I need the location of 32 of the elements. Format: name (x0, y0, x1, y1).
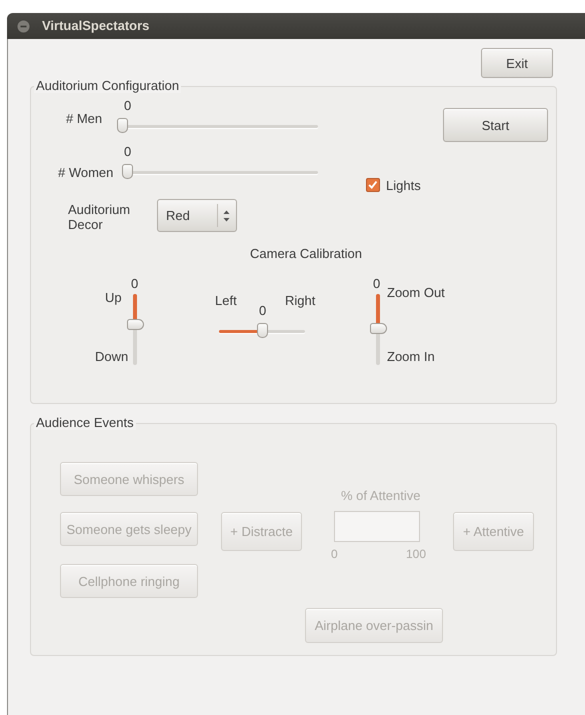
slider-value: 0 (373, 276, 380, 291)
scale-label: 0 (331, 547, 338, 561)
decor-label: Auditorium Decor (68, 202, 132, 232)
slider-label: Zoom Out (387, 285, 445, 300)
group-title: Audience Events (34, 415, 136, 430)
slider-thumb[interactable] (117, 118, 128, 133)
slider-thumb[interactable] (370, 323, 387, 334)
slider-label: Left (215, 293, 237, 308)
slider-value: 0 (124, 144, 132, 159)
slider-value: 0 (131, 276, 138, 291)
slider-label: Up (105, 290, 122, 305)
slider-label: Down (95, 349, 128, 364)
decor-dropdown[interactable]: Red (157, 199, 237, 232)
slider-label: Zoom In (387, 349, 435, 364)
window-title: VirtualSpectators (42, 18, 150, 33)
slider-label: # Women (58, 165, 114, 180)
exit-button[interactable]: Exit (481, 48, 553, 78)
group-title: Auditorium Configuration (34, 78, 182, 93)
slider-thumb[interactable] (257, 323, 268, 338)
slider-label: Right (285, 293, 316, 308)
slider-thumb[interactable] (122, 164, 133, 179)
slider-label: # Men (66, 111, 102, 126)
scale-label: 100 (406, 547, 426, 561)
meter-label: % of Attentive (341, 488, 420, 503)
slider-value: 0 (259, 303, 266, 318)
start-button[interactable]: Start (443, 108, 548, 142)
close-icon[interactable] (17, 20, 30, 33)
checkbox[interactable] (366, 178, 380, 192)
slider-value: 0 (124, 98, 132, 113)
section-title: Camera Calibration (250, 246, 362, 261)
up-down-arrows-icon (223, 209, 230, 223)
checkbox-label: Lights (386, 178, 421, 193)
